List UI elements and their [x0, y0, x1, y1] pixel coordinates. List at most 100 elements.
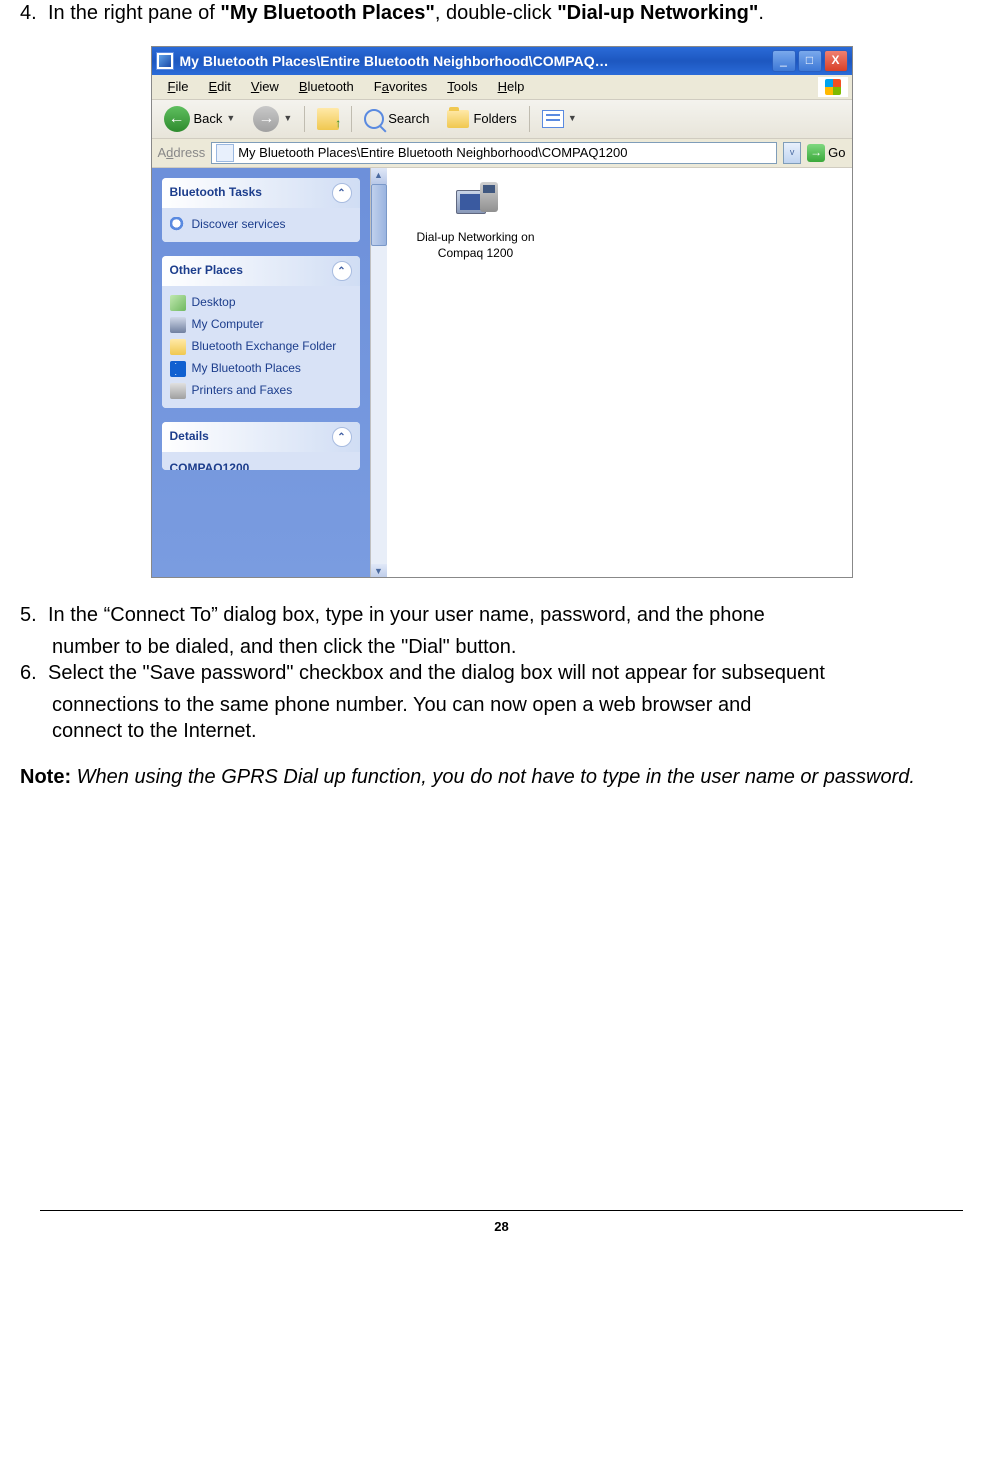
maximize-button[interactable]: □	[798, 50, 822, 72]
views-button[interactable]: ▼	[536, 107, 583, 131]
panel-title-other: Other Places	[170, 263, 243, 279]
forward-dropdown-icon[interactable]: ▼	[283, 113, 292, 125]
step-6-cont: connections to the same phone number. Yo…	[52, 692, 983, 744]
sidebar: Bluetooth Tasks ⌃ Discover services Other…	[152, 168, 370, 578]
step-5-cont: number to be dialed, and then click the …	[52, 634, 983, 660]
address-dropdown-icon[interactable]: v	[783, 142, 801, 164]
menu-help[interactable]: Help	[488, 77, 535, 98]
panel-other-places: Other Places ⌃ Desktop My Computer Blueto…	[162, 256, 360, 408]
menu-favorites[interactable]: Favorites	[364, 77, 437, 98]
forward-button[interactable]: →▼	[247, 103, 298, 135]
panel-title-details: Details	[170, 429, 209, 445]
step-6-num: 6.	[20, 660, 48, 686]
sidebar-item-discover-services[interactable]: Discover services	[170, 214, 352, 236]
printer-icon	[170, 383, 186, 399]
search-icon	[364, 109, 384, 129]
step-4: 4.In the right pane of "My Bluetooth Pla…	[20, 0, 983, 26]
step-5-num: 5.	[20, 602, 48, 628]
menu-view[interactable]: View	[241, 77, 289, 98]
address-input[interactable]: My Bluetooth Places\Entire Bluetooth Nei…	[211, 142, 777, 164]
step4-pre: In the right pane of	[48, 2, 220, 24]
address-label: Address	[158, 145, 206, 162]
dial-up-networking-item[interactable]: Dial-up Networking on Compaq 1200	[401, 182, 551, 261]
go-button[interactable]: →Go	[807, 144, 845, 162]
close-button[interactable]: X	[824, 50, 848, 72]
address-path: My Bluetooth Places\Entire Bluetooth Nei…	[238, 145, 627, 162]
sidebar-item-printers[interactable]: Printers and Faxes	[170, 380, 352, 402]
menu-tools[interactable]: Tools	[437, 77, 487, 98]
back-label: Back	[194, 111, 223, 128]
step-5: 5.In the “Connect To” dialog box, type i…	[20, 602, 983, 628]
panel-header-other[interactable]: Other Places ⌃	[162, 256, 360, 286]
toolbar: ←Back▼ →▼ Search Folders ▼	[152, 100, 852, 139]
my-computer-icon	[170, 317, 186, 333]
scroll-up-icon[interactable]: ▲	[371, 168, 387, 184]
window-title: My Bluetooth Places\Entire Bluetooth Nei…	[180, 52, 772, 70]
magnifier-icon	[170, 217, 186, 233]
vertical-scrollbar[interactable]: ▲ ▼	[370, 168, 387, 578]
toolbar-separator	[351, 106, 352, 132]
folders-label: Folders	[473, 111, 516, 128]
views-dropdown-icon[interactable]: ▼	[568, 113, 577, 125]
sidebar-item-my-computer[interactable]: My Computer	[170, 314, 352, 336]
step4-mid: , double-click	[435, 2, 557, 24]
dial-up-networking-icon	[452, 182, 500, 224]
panel-bluetooth-tasks: Bluetooth Tasks ⌃ Discover services	[162, 178, 360, 242]
menu-file[interactable]: File	[158, 77, 199, 98]
folders-icon	[447, 110, 469, 128]
scroll-track[interactable]	[371, 184, 387, 564]
folder-icon	[170, 339, 186, 355]
go-icon: →	[807, 144, 825, 162]
footer-rule	[40, 1210, 963, 1211]
main-pane: ▲ ▼ Dial-up Networking on Compaq 1200	[370, 168, 852, 578]
windows-logo-icon	[818, 77, 848, 97]
search-label: Search	[388, 111, 429, 128]
step4-bold1: "My Bluetooth Places"	[220, 2, 435, 24]
menu-edit[interactable]: Edit	[198, 77, 240, 98]
dun-label-line2: Compaq 1200	[401, 246, 551, 262]
panel-header-tasks[interactable]: Bluetooth Tasks ⌃	[162, 178, 360, 208]
search-button[interactable]: Search	[358, 106, 435, 132]
address-icon	[216, 144, 234, 162]
title-bar[interactable]: My Bluetooth Places\Entire Bluetooth Nei…	[152, 47, 852, 75]
details-item: COMPAQ1200	[170, 458, 352, 470]
dun-label-line1: Dial-up Networking on	[401, 230, 551, 246]
step-4-num: 4.	[20, 0, 48, 26]
address-bar: Address My Bluetooth Places\Entire Bluet…	[152, 139, 852, 168]
discover-label: Discover services	[192, 217, 286, 233]
menu-bar: File Edit View Bluetooth Favorites Tools…	[152, 75, 852, 100]
collapse-icon[interactable]: ⌃	[332, 183, 352, 203]
minimize-button[interactable]: _	[772, 50, 796, 72]
bluetooth-icon	[170, 361, 186, 377]
collapse-icon[interactable]: ⌃	[332, 427, 352, 447]
forward-icon: →	[253, 106, 279, 132]
scroll-down-icon[interactable]: ▼	[371, 564, 387, 578]
step4-bold2: "Dial-up Networking"	[557, 2, 758, 24]
folders-button[interactable]: Folders	[441, 107, 522, 131]
bluetooth-places-window: My Bluetooth Places\Entire Bluetooth Nei…	[151, 46, 853, 578]
toolbar-separator	[304, 106, 305, 132]
up-button[interactable]	[311, 105, 345, 133]
back-dropdown-icon[interactable]: ▼	[226, 113, 235, 125]
note-text: When using the GPRS Dial up function, yo…	[71, 766, 915, 788]
panel-title-tasks: Bluetooth Tasks	[170, 185, 262, 201]
back-icon: ←	[164, 106, 190, 132]
sidebar-item-desktop[interactable]: Desktop	[170, 292, 352, 314]
scroll-thumb[interactable]	[371, 184, 387, 246]
collapse-icon[interactable]: ⌃	[332, 261, 352, 281]
panel-details: Details ⌃ COMPAQ1200	[162, 422, 360, 470]
menu-bluetooth[interactable]: Bluetooth	[289, 77, 364, 98]
desktop-icon	[170, 295, 186, 311]
panel-header-details[interactable]: Details ⌃	[162, 422, 360, 452]
sidebar-item-bluetooth-places[interactable]: My Bluetooth Places	[170, 358, 352, 380]
window-icon	[156, 52, 174, 70]
toolbar-separator	[529, 106, 530, 132]
step4-post: .	[758, 2, 764, 24]
sidebar-item-exchange-folder[interactable]: Bluetooth Exchange Folder	[170, 336, 352, 358]
step-6-text-start: Select the "Save password" checkbox and …	[48, 662, 825, 684]
views-icon	[542, 110, 564, 128]
go-label: Go	[828, 145, 845, 162]
back-button[interactable]: ←Back▼	[158, 103, 242, 135]
folder-up-icon	[317, 108, 339, 130]
note-label: Note:	[20, 766, 71, 788]
